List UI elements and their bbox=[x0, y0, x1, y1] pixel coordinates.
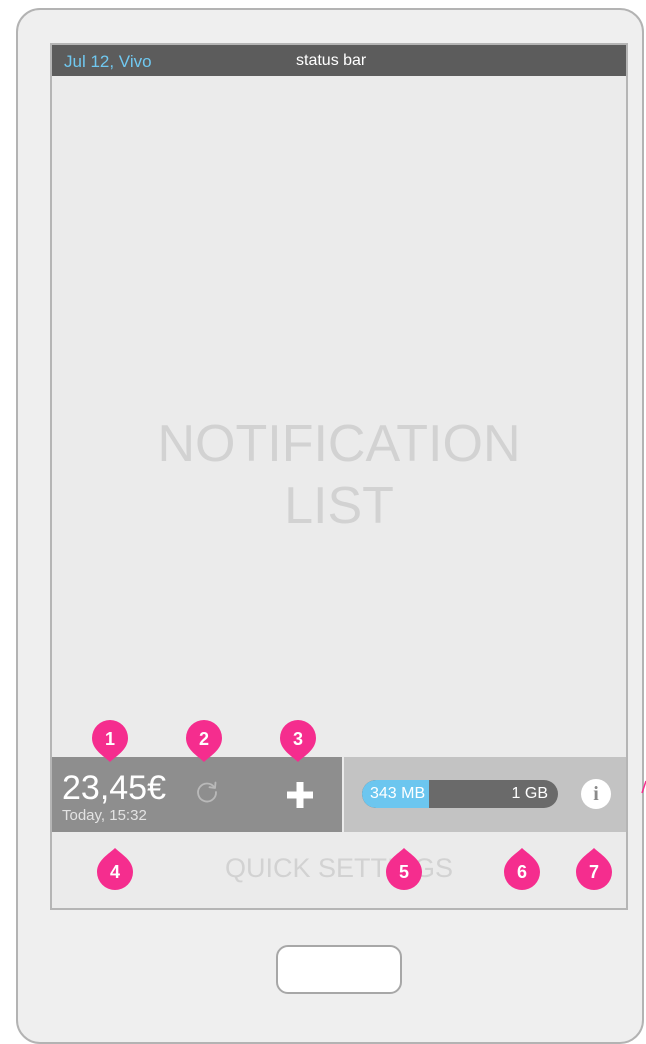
annotation-number-3: 3 bbox=[293, 729, 303, 749]
data-usage-bar: 343 MB 1 GB bbox=[362, 780, 558, 808]
plus-icon[interactable] bbox=[283, 778, 317, 812]
annotation-number-7: 7 bbox=[589, 862, 599, 882]
edge-mark bbox=[641, 780, 646, 794]
home-button[interactable] bbox=[276, 945, 402, 994]
annotation-number-4: 4 bbox=[110, 862, 120, 882]
annotation-marker-3: 3 bbox=[280, 720, 316, 762]
refresh-icon[interactable] bbox=[194, 778, 220, 804]
annotation-number-2: 2 bbox=[199, 729, 209, 749]
annotation-marker-4: 4 bbox=[97, 848, 133, 890]
notification-list-line2: LIST bbox=[284, 477, 394, 535]
annotation-marker-1: 1 bbox=[92, 720, 128, 762]
info-button[interactable]: i bbox=[581, 779, 611, 809]
data-total-label: 1 GB bbox=[511, 785, 548, 802]
notification-list-placeholder: NOTIFICATION LIST bbox=[52, 413, 626, 537]
balance-amount: 23,45€ bbox=[62, 769, 166, 807]
annotation-marker-7: 7 bbox=[576, 848, 612, 890]
notification-list-line1: NOTIFICATION bbox=[157, 415, 521, 473]
balance-updated-time: Today, 15:32 bbox=[62, 807, 147, 824]
status-bar: Jul 12, Vivo status bar bbox=[52, 45, 626, 76]
data-usage-widget: 343 MB 1 GB i bbox=[344, 757, 626, 832]
annotation-marker-2: 2 bbox=[186, 720, 222, 762]
annotation-number-6: 6 bbox=[517, 862, 527, 882]
status-bar-label: status bar bbox=[296, 52, 367, 69]
annotation-number-1: 1 bbox=[105, 729, 115, 749]
annotation-number-5: 5 bbox=[399, 862, 409, 882]
annotation-marker-6: 6 bbox=[504, 848, 540, 890]
phone-screen: Jul 12, Vivo status bar NOTIFICATION LIS… bbox=[50, 43, 628, 910]
balance-widget: 23,45€ Today, 15:32 bbox=[52, 757, 342, 832]
annotation-marker-5: 5 bbox=[386, 848, 422, 890]
status-date-carrier: Jul 12, Vivo bbox=[64, 52, 152, 71]
data-used-label: 343 MB bbox=[370, 785, 426, 802]
